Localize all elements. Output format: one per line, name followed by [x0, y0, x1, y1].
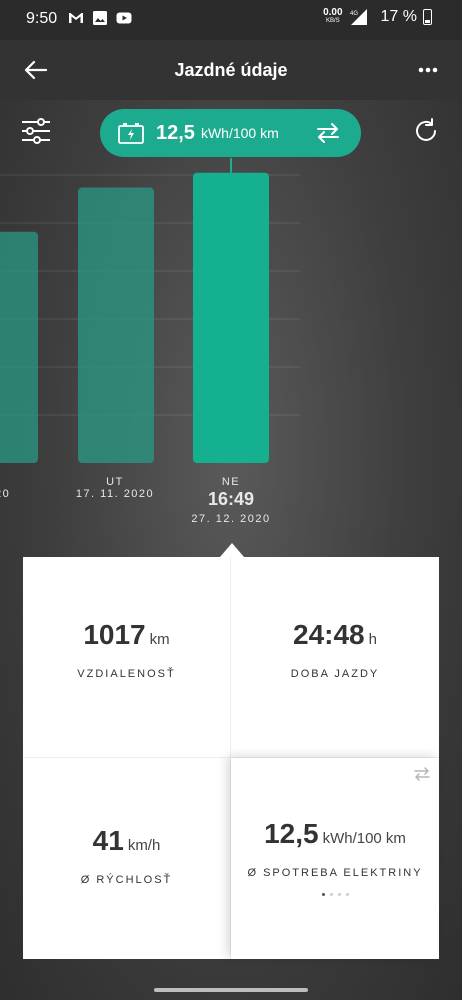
more-horizontal-icon[interactable] — [416, 58, 440, 82]
battery-icon — [423, 9, 432, 25]
home-indicator — [154, 988, 308, 992]
x-label-day: NE — [221, 476, 241, 488]
stat-value: 1017 — [83, 619, 146, 650]
card-pointer — [220, 543, 244, 557]
network-type: 4G — [350, 11, 358, 17]
stat-value: 12,5 — [264, 818, 319, 849]
x-label-day: E — [0, 476, 50, 488]
gmail-icon — [69, 13, 83, 23]
battery-charge-icon — [118, 123, 144, 144]
page-indicator — [231, 893, 439, 896]
signal-icon: 4G — [350, 9, 367, 25]
status-bar: 9:50 0.00 KB/S 4G 17 % — [0, 0, 462, 40]
x-label-time: 16:49 — [207, 489, 255, 509]
network-speed-unit: KB/S — [325, 18, 340, 24]
chart-bar-ne[interactable] — [193, 172, 269, 463]
stat-speed: 41 km/h Ø RÝCHLOSŤ — [23, 758, 231, 959]
stat-value: 24:48 — [293, 619, 365, 650]
consumption-chart — [0, 158, 462, 468]
chart-bar-ut[interactable] — [78, 187, 154, 464]
stat-label: VZDIALENOSŤ — [77, 668, 176, 680]
page-dot-active — [321, 893, 325, 896]
app-bar: Jazdné údaje — [0, 40, 462, 100]
stat-unit: km — [149, 631, 170, 648]
page-title: Jazdné údaje — [174, 60, 288, 80]
metric-unit: kWh/100 km — [200, 125, 279, 141]
system-status: 0.00 KB/S 4G 17 % — [323, 8, 432, 26]
x-label-2-selected[interactable]: NE 16:49 27. 12. 2020 — [176, 476, 286, 525]
page-dot — [345, 893, 349, 896]
metric-value: 12,5 — [156, 121, 195, 144]
battery-percent: 17 % — [380, 8, 417, 25]
stat-consumption[interactable]: 12,5 kWh/100 km Ø SPOTREBA ELEKTRINY — [231, 758, 439, 959]
stat-label: Ø RÝCHLOSŤ — [80, 874, 173, 886]
stat-unit: kWh/100 km — [322, 830, 406, 847]
sliders-icon[interactable] — [20, 115, 52, 147]
x-label-date: 2020 — [0, 488, 11, 500]
x-label-day: UT — [106, 476, 124, 488]
x-label-1[interactable]: UT 17. 11. 2020 — [60, 476, 170, 500]
swap-arrows-icon[interactable] — [315, 122, 341, 144]
network-speed-value: 0.00 — [323, 7, 343, 18]
stat-unit: h — [368, 631, 377, 648]
chart-canvas — [0, 158, 300, 464]
x-label-date: 27. 12. 2020 — [191, 513, 271, 525]
refresh-icon[interactable] — [412, 117, 440, 145]
stat-duration: 24:48 h DOBA JAZDY — [231, 557, 439, 758]
stat-distance: 1017 km VZDIALENOSŤ — [23, 557, 231, 758]
page-dot — [337, 893, 341, 896]
swap-arrows-icon[interactable] — [413, 766, 431, 782]
stat-label: DOBA JAZDY — [290, 668, 380, 680]
stat-label: Ø SPOTREBA ELEKTRINY — [247, 867, 423, 879]
youtube-icon — [116, 12, 132, 24]
stat-unit: km/h — [127, 837, 161, 854]
x-label-0[interactable]: E 2020 — [0, 476, 50, 500]
notification-icons — [68, 10, 132, 26]
gallery-icon — [93, 11, 107, 25]
x-label-date: 17. 11. 2020 — [75, 488, 155, 500]
stat-value: 41 — [92, 825, 124, 856]
stats-card: 1017 km VZDIALENOSŤ 24:48 h DOBA JAZDY 41 k… — [23, 557, 439, 959]
network-speed: 0.00 KB/S — [323, 8, 342, 26]
chart-bar-e[interactable] — [0, 231, 38, 463]
status-time: 9:50 — [26, 10, 58, 27]
page-dot — [329, 893, 333, 896]
metric-selector[interactable]: 12,5 kWh/100 km — [100, 109, 361, 157]
